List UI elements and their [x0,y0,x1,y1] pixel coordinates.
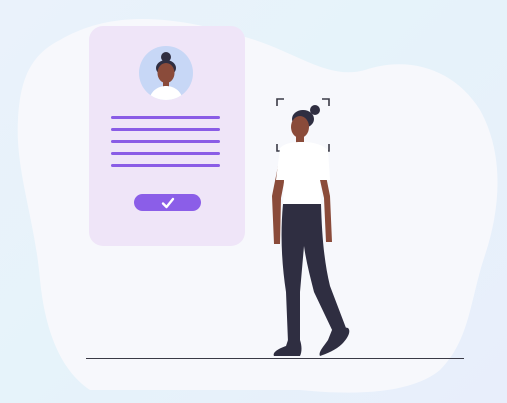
check-icon [161,197,174,208]
ground-line [86,358,464,359]
profile-info-lines [111,116,220,176]
confirm-button[interactable] [134,194,201,211]
illustration-canvas [0,0,507,403]
person-avatar-icon [149,52,183,100]
info-line [111,116,220,119]
background-blob [17,19,498,393]
info-line [111,128,220,131]
info-line [111,152,220,155]
person-figure [272,98,350,356]
avatar [139,46,193,100]
profile-card [89,26,245,246]
info-line [111,164,220,167]
info-line [111,140,220,143]
